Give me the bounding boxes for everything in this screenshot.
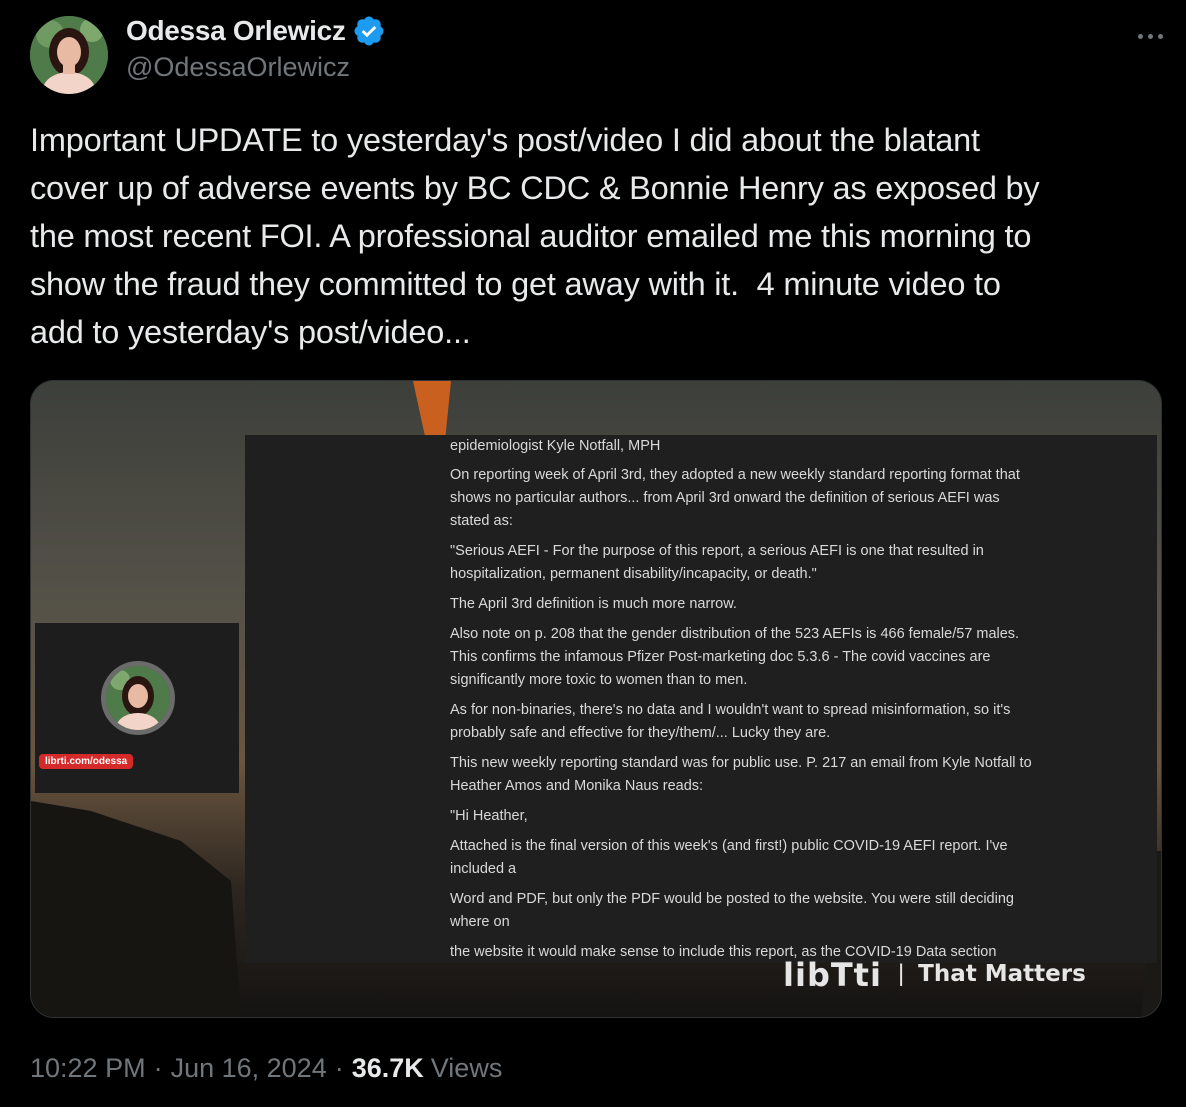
doc-paragraph: epidemiologist Kyle Notfall, MPH: [450, 438, 661, 454]
pip-avatar-image: [106, 666, 170, 730]
tweet-header: Odessa Orlewicz @OdessaOrlewicz: [30, 14, 1170, 94]
meta-separator: ·: [153, 1053, 163, 1083]
doc-paragraph: Attached is the final version of this we…: [450, 838, 1008, 877]
tweet-time[interactable]: 10:22 PM: [30, 1053, 146, 1084]
doc-paragraph: As for non-binaries, there's no data and…: [450, 702, 1011, 741]
watermark-tagline: That Matters: [918, 961, 1086, 987]
doc-paragraph: This new weekly reporting standard was f…: [450, 755, 1032, 794]
video-media[interactable]: librti.com/odessa epidemiologist Kyle No…: [30, 380, 1162, 1018]
author-avatar[interactable]: [30, 16, 108, 94]
more-dot: [1147, 33, 1153, 39]
views-label: Views: [430, 1053, 503, 1083]
watermark-logo: libTti: [783, 959, 882, 989]
doc-paragraph: "Hi Heather,: [450, 808, 528, 824]
pip-link-badge: librti.com/odessa: [39, 754, 134, 769]
tweet-date[interactable]: Jun 16, 2024: [171, 1053, 327, 1084]
doc-paragraph: "Serious AEFI - For the purpose of this …: [450, 543, 984, 582]
verified-badge-icon[interactable]: [352, 14, 386, 48]
pip-avatar: [101, 661, 175, 735]
tweet-meta: 10:22 PM · Jun 16, 2024 · 36.7K Views: [30, 1053, 502, 1084]
meta-separator: ·: [334, 1053, 344, 1083]
video-watermark: libTti | That Matters: [783, 959, 1086, 989]
document-text: epidemiologist Kyle Notfall, MPH On repo…: [450, 435, 1040, 963]
author-display-name[interactable]: Odessa Orlewicz: [126, 15, 346, 47]
doc-paragraph: The April 3rd definition is much more na…: [450, 596, 737, 612]
tweet-text: Important UPDATE to yesterday's post/vid…: [30, 122, 1040, 350]
author-handle[interactable]: @OdessaOrlewicz: [126, 52, 350, 83]
more-dot: [1157, 33, 1163, 39]
avatar-image: [30, 16, 108, 94]
doc-paragraph: On reporting week of April 3rd, they ado…: [450, 467, 1020, 529]
watermark-separator: |: [897, 960, 905, 987]
more-dot: [1137, 33, 1143, 39]
picture-in-picture: librti.com/odessa: [35, 623, 239, 793]
views-count: 36.7K: [351, 1053, 424, 1083]
doc-paragraph: Word and PDF, but only the PDF would be …: [450, 891, 1014, 930]
doc-paragraph: Also note on p. 208 that the gender dist…: [450, 626, 1020, 688]
more-options-icon[interactable]: [1130, 24, 1170, 48]
document-overlay: epidemiologist Kyle Notfall, MPH On repo…: [245, 435, 1157, 963]
